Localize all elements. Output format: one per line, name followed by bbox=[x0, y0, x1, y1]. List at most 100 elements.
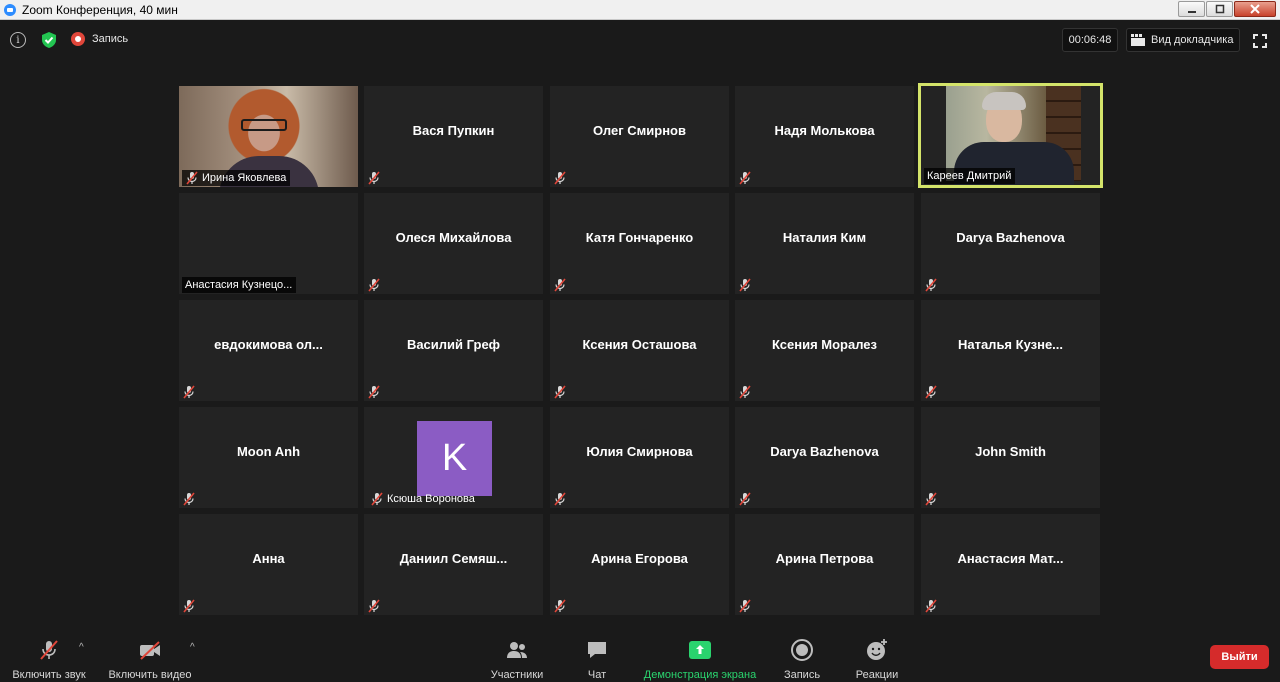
mic-off-icon bbox=[553, 385, 567, 399]
participant-name: Анастасия Мат... bbox=[957, 551, 1064, 566]
participant-name-label: Кареев Дмитрий bbox=[924, 168, 1016, 184]
audio-options-chevron-icon[interactable]: ^ bbox=[79, 642, 84, 653]
meeting-toolbar: Включить звук ^ Включить видео ^ Участни… bbox=[0, 630, 1280, 682]
participant-tile[interactable]: Катя Гончаренко bbox=[550, 193, 729, 294]
zoom-window: Zoom Конференция, 40 мин i Запись 00:06:… bbox=[0, 0, 1280, 682]
mic-off-icon bbox=[924, 599, 938, 613]
participant-name: Ксюша Воронова bbox=[387, 493, 475, 505]
participant-tile[interactable]: Олег Смирнов bbox=[550, 86, 729, 187]
participant-tile[interactable]: Даниил Семяш... bbox=[364, 514, 543, 615]
participant-name: Анна bbox=[252, 551, 285, 566]
mic-off-icon bbox=[924, 492, 938, 506]
participant-name: Ксения Осташова bbox=[582, 337, 697, 352]
recording-indicator[interactable]: Запись bbox=[71, 32, 128, 46]
participant-name: евдокимова ол... bbox=[214, 337, 323, 352]
mic-off-icon bbox=[370, 492, 384, 506]
close-window-button[interactable] bbox=[1234, 1, 1276, 17]
chat-label: Чат bbox=[587, 669, 607, 681]
participant-name: Олеся Михайлова bbox=[395, 230, 512, 245]
participant-name: Арина Егорова bbox=[591, 551, 688, 566]
participant-video bbox=[946, 86, 1081, 185]
participant-tile[interactable]: K Ксюша Воронова bbox=[364, 407, 543, 508]
maximize-icon bbox=[1215, 4, 1224, 14]
record-button[interactable]: Запись bbox=[782, 630, 822, 682]
share-screen-icon bbox=[689, 641, 711, 659]
participant-tile[interactable]: Василий Греф bbox=[364, 300, 543, 401]
participant-tile[interactable]: Ирина Яковлева bbox=[179, 86, 358, 187]
maximize-button[interactable] bbox=[1206, 1, 1233, 17]
meeting-top-bar: i Запись 00:06:48 Вид докладчика bbox=[0, 21, 1280, 59]
mic-off-icon bbox=[738, 492, 752, 506]
participant-tile[interactable]: Анастасия Мат... bbox=[921, 514, 1100, 615]
participant-tile[interactable]: Надя Молькова bbox=[735, 86, 914, 187]
share-screen-label: Демонстрация экрана bbox=[643, 669, 757, 681]
recording-label: Запись bbox=[92, 33, 129, 45]
share-screen-button[interactable]: Демонстрация экрана bbox=[641, 630, 759, 682]
reactions-button[interactable]: Реакции bbox=[854, 630, 900, 682]
participant-tile[interactable]: Олеся Михайлова bbox=[364, 193, 543, 294]
mic-off-icon bbox=[738, 385, 752, 399]
participant-tile[interactable]: Вася Пупкин bbox=[364, 86, 543, 187]
participant-name: Анастасия Кузнецо... bbox=[185, 279, 293, 291]
chat-button[interactable]: Чат bbox=[584, 630, 610, 682]
zoom-app-icon bbox=[4, 3, 16, 16]
mic-off-icon bbox=[367, 599, 381, 613]
participant-name: Даниил Семяш... bbox=[399, 551, 508, 566]
close-icon bbox=[1250, 4, 1260, 14]
participants-button[interactable]: Участники bbox=[488, 630, 546, 682]
reactions-label: Реакции bbox=[855, 669, 899, 681]
avatar: K bbox=[417, 421, 492, 496]
participant-tile[interactable]: Moon Anh bbox=[179, 407, 358, 508]
participant-tile[interactable]: Наталия Ким bbox=[735, 193, 914, 294]
participant-name: Юлия Смирнова bbox=[586, 444, 693, 459]
mic-off-icon bbox=[738, 171, 752, 185]
participant-name: Надя Молькова bbox=[774, 123, 875, 138]
window-title: Zoom Конференция, 40 мин bbox=[22, 2, 178, 17]
mic-off-icon bbox=[738, 278, 752, 292]
speaker-view-button[interactable]: Вид докладчика bbox=[1126, 28, 1240, 52]
minimize-button[interactable] bbox=[1178, 1, 1205, 17]
mic-off-icon bbox=[553, 599, 567, 613]
mic-off-icon bbox=[924, 278, 938, 292]
participant-name: Вася Пупкин bbox=[412, 123, 495, 138]
mic-off-icon bbox=[40, 640, 58, 660]
participant-tile[interactable]: Арина Петрова bbox=[735, 514, 914, 615]
speaker-view-label: Вид докладчика bbox=[1151, 34, 1234, 46]
participant-name: Moon Anh bbox=[236, 444, 301, 459]
participant-tile[interactable]: Ксения Моралез bbox=[735, 300, 914, 401]
participant-tile[interactable]: Ксения Осташова bbox=[550, 300, 729, 401]
participant-tile[interactable]: Анастасия Кузнецо... bbox=[179, 193, 358, 294]
video-options-chevron-icon[interactable]: ^ bbox=[190, 642, 195, 653]
participant-name: Наталья Кузне... bbox=[957, 337, 1064, 352]
title-bar: Zoom Конференция, 40 мин bbox=[0, 0, 1280, 20]
shield-check-icon[interactable] bbox=[40, 31, 58, 49]
fullscreen-icon[interactable] bbox=[1253, 34, 1267, 48]
start-video-label: Включить видео bbox=[108, 669, 192, 681]
unmute-button[interactable]: Включить звук bbox=[10, 630, 88, 682]
participant-tile[interactable]: Арина Егорова bbox=[550, 514, 729, 615]
meeting-info-button[interactable]: i bbox=[10, 32, 26, 48]
mic-off-icon bbox=[182, 492, 196, 506]
participant-tile[interactable]: Юлия Смирнова bbox=[550, 407, 729, 508]
participant-tile[interactable]: Кареев Дмитрий bbox=[918, 83, 1103, 188]
participant-tile[interactable]: Анна bbox=[179, 514, 358, 615]
participant-name-label: Ирина Яковлева bbox=[182, 170, 291, 186]
participant-name: Ксения Моралез bbox=[772, 337, 877, 352]
participant-tile[interactable]: Наталья Кузне... bbox=[921, 300, 1100, 401]
participant-name: Darya Bazhenova bbox=[956, 230, 1065, 245]
info-icon: i bbox=[16, 34, 20, 46]
record-icon bbox=[71, 32, 85, 46]
mic-off-icon bbox=[924, 385, 938, 399]
start-video-button[interactable]: Включить видео bbox=[107, 630, 193, 682]
participant-name: Катя Гончаренко bbox=[585, 230, 694, 245]
participant-name-label: Ксюша Воронова bbox=[367, 491, 479, 507]
participant-name: Кареев Дмитрий bbox=[927, 170, 1012, 182]
participant-tile[interactable]: John Smith bbox=[921, 407, 1100, 508]
participant-tile[interactable]: Darya Bazhenova bbox=[735, 407, 914, 508]
smiley-plus-icon bbox=[867, 639, 887, 660]
leave-meeting-button[interactable]: Выйти bbox=[1210, 645, 1269, 669]
unmute-label: Включить звук bbox=[12, 669, 86, 681]
gallery-view: Ирина Яковлева Вася Пупкин Олег Смирнов Над… bbox=[179, 83, 1103, 616]
participant-tile[interactable]: Darya Bazhenova bbox=[921, 193, 1100, 294]
participant-tile[interactable]: евдокимова ол... bbox=[179, 300, 358, 401]
